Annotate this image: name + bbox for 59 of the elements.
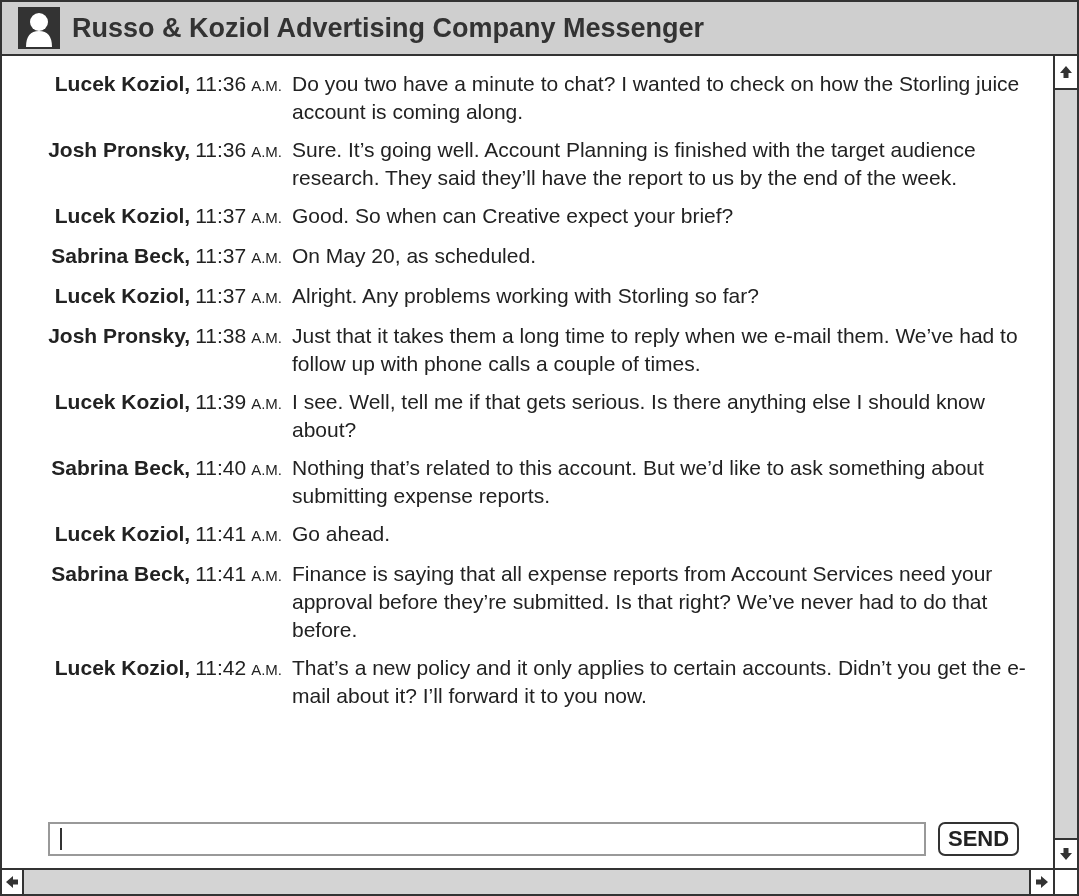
sender-name: Sabrina Beck, (51, 455, 191, 481)
user-icon (18, 7, 60, 49)
time-period: A.M. (251, 142, 282, 162)
message-time: 11:39 (195, 389, 247, 415)
up-arrow-icon (1060, 66, 1072, 78)
window-title: Russo & Koziol Advertising Company Messenger (72, 11, 705, 45)
message-time: 11:37 (195, 283, 247, 309)
sender-name: Lucek Koziol, (54, 203, 191, 229)
sender-name: Lucek Koziol, (54, 71, 191, 97)
sender-name: Josh Pronsky, (48, 323, 191, 349)
message-text: That’s a new policy and it only applies to certain accounts. Didn’t you get the e-mail about it? I’ll forward it to you now. (292, 655, 1027, 709)
left-arrow-icon (6, 876, 18, 888)
scroll-up-button[interactable] (1055, 56, 1077, 90)
scroll-left-button[interactable] (2, 870, 24, 894)
message-text: On May 20, as scheduled. (292, 243, 537, 269)
message-text: I see. Well, tell me if that gets serious. Is there anything else I should know about? (292, 389, 986, 443)
scroll-down-button[interactable] (1055, 838, 1077, 868)
time-period: A.M. (251, 566, 282, 586)
message-input[interactable] (48, 822, 926, 856)
message-text: Go ahead. (292, 521, 392, 547)
time-period: A.M. (251, 526, 282, 546)
sender-name: Lucek Koziol, (54, 521, 191, 547)
sender-name: Lucek Koziol, (54, 655, 191, 681)
message-time: 11:41 (195, 521, 247, 547)
time-period: A.M. (251, 76, 282, 96)
time-period: A.M. (251, 328, 282, 348)
message-text: Just that it takes them a long time to reply when we e-mail them. We’ve had to follow up with phone calls a couple of times. (292, 323, 1019, 377)
sender-name: Lucek Koziol, (54, 389, 191, 415)
sender-name: Sabrina Beck, (51, 561, 191, 587)
scroll-right-button[interactable] (1029, 870, 1053, 894)
sender-name: Josh Pronsky, (48, 137, 191, 163)
time-period: A.M. (251, 460, 282, 480)
sender-name: Sabrina Beck, (51, 243, 191, 269)
message-time: 11:36 (195, 137, 247, 163)
time-period: A.M. (251, 660, 282, 680)
message-text: Good. So when can Creative expect your brief? (292, 203, 735, 229)
message-text: Finance is saying that all expense reports from Account Services need your approval before they’re submitted. Is that right? We’ve never had to do that before. (292, 561, 994, 643)
horizontal-scrollbar[interactable] (2, 870, 1053, 894)
message-time: 11:37 (195, 203, 247, 229)
sender-name: Lucek Koziol, (54, 283, 191, 309)
message-text: Sure. It’s going well. Account Planning is finished with the target audience research. They said they’ll have the report to us by the end of the week. (292, 137, 977, 191)
time-period: A.M. (251, 394, 282, 414)
message-time: 11:36 (195, 71, 247, 97)
time-period: A.M. (251, 248, 282, 268)
message-time: 11:37 (195, 243, 247, 269)
message-text: Nothing that’s related to this account. But we’d like to ask something about submitting expense reports. (292, 455, 985, 509)
message-time: 11:40 (195, 455, 247, 481)
right-arrow-icon (1036, 876, 1048, 888)
message-text: Do you two have a minute to chat? I wanted to check on how the Storling juice account is coming along. (292, 71, 1021, 125)
time-period: A.M. (251, 288, 282, 308)
message-time: 11:42 (195, 655, 247, 681)
send-button[interactable]: SEND (938, 822, 1020, 856)
message-text: Alright. Any problems working with Storling so far? (292, 283, 760, 309)
text-cursor (60, 828, 62, 850)
vertical-scrollbar[interactable] (1053, 56, 1077, 868)
message-time: 11:38 (195, 323, 247, 349)
down-arrow-icon (1060, 848, 1072, 860)
time-period: A.M. (251, 208, 282, 228)
message-time: 11:41 (195, 561, 247, 587)
